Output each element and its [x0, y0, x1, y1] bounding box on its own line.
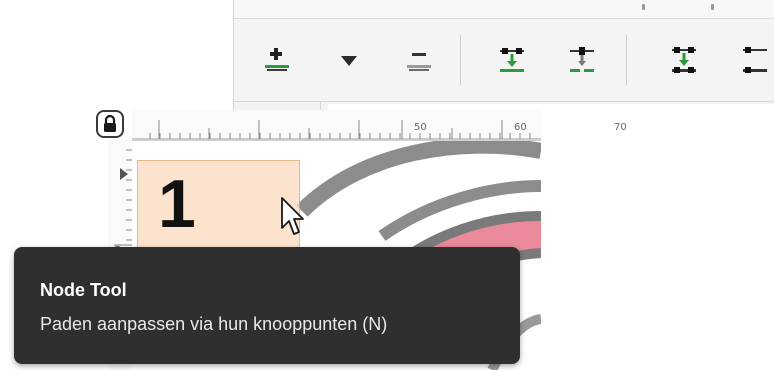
tooltip-description: Paden aanpassen via hun knooppunten (N) [40, 314, 388, 334]
tooltip-title: Node Tool [40, 280, 127, 300]
tooltip: Node Tool Paden aanpassen via hun knoopp… [14, 247, 520, 364]
menu-fragment [711, 4, 714, 10]
remove-node-icon[interactable] [401, 41, 437, 81]
ruler-label: 70 [614, 122, 627, 133]
node-commands-bar [234, 19, 774, 102]
join-nodes-icon[interactable] [494, 41, 530, 81]
menu-fragment [642, 4, 645, 10]
join-segment-icon[interactable] [666, 41, 702, 81]
mouse-pointer-icon [279, 196, 305, 243]
menu-bar [234, 0, 774, 19]
step-number: 1 [158, 166, 196, 242]
delete-segment-icon[interactable] [737, 41, 773, 81]
break-path-icon[interactable] [564, 41, 600, 81]
ruler-label: 60 [514, 122, 527, 133]
toolbar-separator [460, 35, 461, 85]
dropdown-arrow-icon[interactable] [331, 41, 367, 81]
horizontal-ruler: 50 60 70 [132, 110, 627, 141]
lock-guides-button[interactable] [96, 110, 124, 138]
add-node-icon[interactable] [259, 41, 295, 81]
toolbar-separator [626, 35, 627, 85]
ruler-label: 50 [414, 122, 427, 133]
